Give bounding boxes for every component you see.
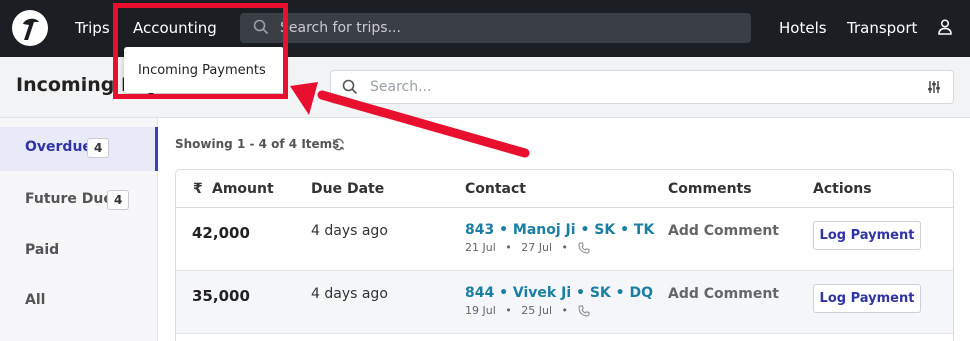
annotation-arrow-icon — [290, 82, 530, 158]
